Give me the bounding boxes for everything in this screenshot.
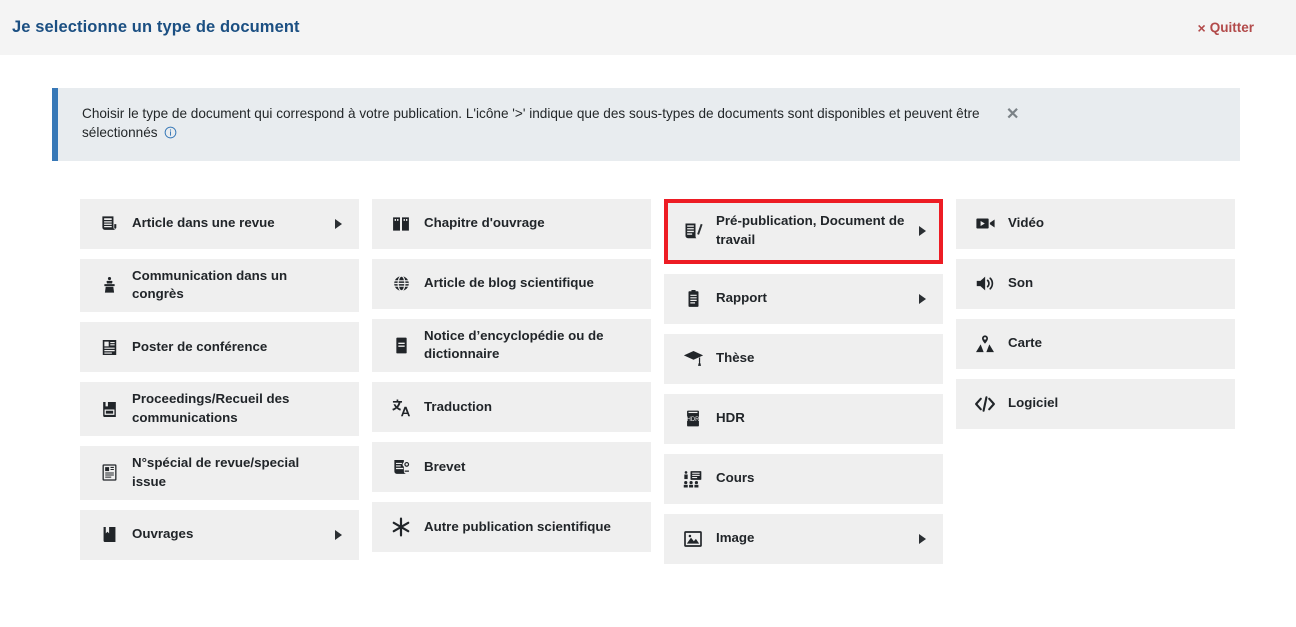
chevron-right-icon[interactable]: [917, 533, 927, 544]
card-label: Thèse: [716, 350, 755, 366]
card-hdr[interactable]: HDR HDR: [664, 393, 943, 444]
card-label: Article de blog scientifique: [424, 275, 594, 291]
card-label: Image: [716, 530, 755, 546]
card-brevet[interactable]: Brevet: [372, 442, 651, 493]
preprint-icon: [680, 220, 706, 242]
card-label: Pré-publication, Document de travail: [716, 213, 905, 248]
chevron-right-icon[interactable]: [333, 218, 343, 229]
patent-icon: [388, 456, 414, 478]
card-poster-de-conference[interactable]: Poster de conférence: [80, 322, 359, 373]
card-carte[interactable]: Carte: [956, 318, 1235, 369]
card-traduction[interactable]: Traduction: [372, 382, 651, 433]
clipboard-icon: [680, 288, 706, 310]
graduation-cap-icon: [680, 348, 706, 370]
asterisk-icon: [388, 516, 414, 538]
svg-text:HDR: HDR: [687, 417, 700, 423]
banner-text: Choisir le type de document qui correspo…: [82, 104, 1002, 145]
card-chapitre-douvrage[interactable]: Chapitre d'ouvrage: [372, 198, 651, 249]
card-communication-dans-un-congres[interactable]: Communication dans un congrès: [80, 258, 359, 313]
card-video[interactable]: Vidéo: [956, 198, 1235, 249]
card-label: Brevet: [424, 458, 466, 474]
card-label: Notice d’encyclopédie ou de dictionnaire: [424, 327, 604, 362]
lectern-icon: [96, 274, 122, 296]
speaker-icon: [972, 273, 998, 295]
video-camera-icon: [972, 213, 998, 235]
card-label: Chapitre d'ouvrage: [424, 215, 545, 231]
card-label: Proceedings/Recueil des communications: [132, 391, 290, 426]
card-label: HDR: [716, 410, 745, 426]
course-board-icon: [680, 468, 706, 490]
card-son[interactable]: Son: [956, 258, 1235, 309]
info-banner: Choisir le type de document qui correspo…: [52, 88, 1240, 161]
card-pre-publication-document-de-travail[interactable]: Pré-publication, Document de travail: [664, 198, 943, 264]
card-label: Autre publication scientifique: [424, 518, 611, 534]
card-proceedings-recueil-des-communications[interactable]: Proceedings/Recueil des communications: [80, 382, 359, 437]
card-n-special-de-revue-special-issue[interactable]: N°spécial de revue/special issue: [80, 446, 359, 500]
card-label: Ouvrages: [132, 526, 194, 542]
card-label: N°spécial de revue/special issue: [132, 455, 300, 489]
card-label: Vidéo: [1008, 215, 1044, 231]
card-label: Traduction: [424, 398, 492, 414]
card-ouvrages[interactable]: Ouvrages: [80, 509, 359, 560]
card-rapport[interactable]: Rapport: [664, 273, 943, 324]
card-article-dans-une-revue[interactable]: Article dans une revue: [80, 198, 359, 249]
hdr-book-icon: HDR: [680, 408, 706, 430]
card-label: Logiciel: [1008, 395, 1059, 411]
code-icon: [972, 393, 998, 415]
image-icon: [680, 528, 706, 550]
encyclopedia-icon: [388, 334, 414, 356]
quit-button[interactable]: × Quitter: [1198, 20, 1254, 36]
card-these[interactable]: Thèse: [664, 333, 943, 384]
open-book-icon: [388, 213, 414, 235]
card-notice-dencyclopedie-ou-de-dictionnaire[interactable]: Notice d’encyclopédie ou de dictionnaire: [372, 318, 651, 373]
grid-column-1: Article dans une revue Communication dan…: [80, 198, 359, 560]
grid-column-4: Vidéo Son Carte Logiciel: [956, 198, 1235, 429]
special-issue-icon: [96, 462, 122, 484]
grid-column-2: Chapitre d'ouvrage Article de blog scien…: [372, 198, 651, 553]
quit-label: Quitter: [1209, 20, 1254, 35]
card-label: Carte: [1008, 335, 1042, 351]
card-article-de-blog-scientifique[interactable]: Article de blog scientifique: [372, 258, 651, 309]
page-body: Choisir le type de document qui correspo…: [0, 88, 1296, 564]
banner-wrapper: Choisir le type de document qui correspo…: [52, 88, 1240, 161]
chevron-right-icon[interactable]: [917, 293, 927, 304]
map-pin-icon: [972, 333, 998, 355]
card-cours[interactable]: Cours: [664, 453, 943, 504]
grid-column-3: Pré-publication, Document de travail Rap…: [664, 198, 943, 564]
card-image[interactable]: Image: [664, 513, 943, 564]
card-label: Rapport: [716, 290, 767, 306]
chevron-right-icon[interactable]: [917, 226, 927, 237]
translate-icon: [388, 396, 414, 418]
card-autre-publication-scientifique[interactable]: Autre publication scientifique: [372, 502, 651, 553]
card-label: Son: [1008, 275, 1034, 291]
poster-icon: [96, 336, 122, 358]
banner-close-button[interactable]: ✕: [1002, 105, 1023, 125]
chevron-right-icon[interactable]: [333, 529, 343, 540]
globe-icon: [388, 273, 414, 295]
article-journal-icon: [96, 213, 122, 235]
document-type-grid: Article dans une revue Communication dan…: [80, 198, 1260, 564]
card-label: Poster de conférence: [132, 338, 268, 354]
info-circle-icon[interactable]: [164, 125, 177, 144]
app-header: Je selectionne un type de document × Qui…: [0, 0, 1296, 55]
banner-message: Choisir le type de document qui correspo…: [82, 106, 980, 141]
close-icon: ×: [1197, 19, 1206, 36]
card-label: Cours: [716, 470, 755, 486]
card-logiciel[interactable]: Logiciel: [956, 378, 1235, 429]
book-icon: [96, 524, 122, 546]
card-label: Communication dans un congrès: [132, 267, 288, 302]
card-label: Article dans une revue: [132, 215, 275, 231]
page-title: Je selectionne un type de document: [12, 18, 300, 36]
proceedings-book-icon: [96, 398, 122, 420]
